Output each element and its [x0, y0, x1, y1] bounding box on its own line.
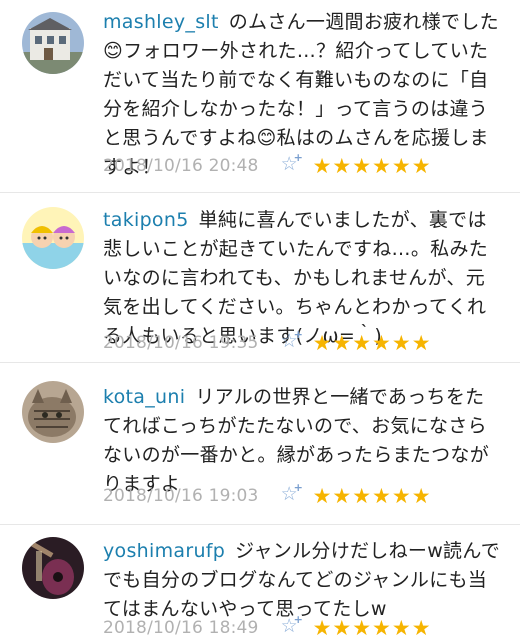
house-photo-avatar [22, 12, 84, 74]
username-link[interactable]: mashley_slt [103, 11, 219, 33]
comment-meta: 2018/10/16 19:03 ☆ + ★★★★★★ [103, 481, 432, 509]
comment-meta: 2018/10/16 18:49 ☆ + ★★★★★★ [103, 613, 432, 640]
username-link[interactable]: kota_uni [103, 386, 185, 408]
comment-list: mashley_slt のムさん一週間お疲れ様でした😊フォロワー外された…？紹介っ… [0, 0, 520, 640]
comment-item: kota_uni リアルの世界と一緒であっちをたてればこっちがたたないので、お気に… [0, 363, 520, 525]
avatar[interactable] [22, 12, 84, 74]
comment-body: yoshimarufp ジャンル分けだしねーw読んででも自分のブログなんてどのジャ… [103, 537, 503, 624]
comment-meta: 2018/10/16 19:35 ☆ + ★★★★★★ [103, 328, 432, 356]
guitar-photo-avatar [22, 537, 84, 599]
avatar[interactable] [22, 381, 84, 443]
comment-meta: 2018/10/16 20:48 ☆ + ★★★★★★ [103, 151, 432, 179]
comment-item: takipon5 単純に喜んでいましたが、裏では悲しいことが起きていたんですね…。… [0, 193, 520, 363]
illustration-avatar [22, 207, 84, 269]
star-plus-icon[interactable]: ☆ + [281, 328, 307, 356]
star-plus-icon[interactable]: ☆ + [281, 613, 307, 640]
star-plus-icon[interactable]: ☆ + [281, 151, 307, 179]
username-link[interactable]: yoshimarufp [103, 540, 225, 562]
star-rating: ★★★★★★ [312, 616, 432, 640]
comment-date: 2018/10/16 19:35 [103, 333, 259, 353]
avatar[interactable] [22, 537, 84, 599]
star-rating: ★★★★★★ [312, 331, 432, 355]
username-link[interactable]: takipon5 [103, 209, 189, 231]
comment-date: 2018/10/16 18:49 [103, 618, 259, 638]
comment-body: kota_uni リアルの世界と一緒であっちをたてればこっちがたたないので、お気に… [103, 383, 503, 499]
comment-item: yoshimarufp ジャンル分けだしねーw読んででも自分のブログなんてどのジャ… [0, 525, 520, 640]
avatar[interactable] [22, 207, 84, 269]
star-plus-icon[interactable]: ☆ + [281, 481, 307, 509]
comment-item: mashley_slt のムさん一週間お疲れ様でした😊フォロワー外された…？紹介っ… [0, 0, 520, 193]
star-rating: ★★★★★★ [312, 154, 432, 178]
cat-photo-avatar [22, 381, 84, 443]
comment-date: 2018/10/16 20:48 [103, 156, 259, 176]
star-rating: ★★★★★★ [312, 484, 432, 508]
comment-date: 2018/10/16 19:03 [103, 486, 259, 506]
